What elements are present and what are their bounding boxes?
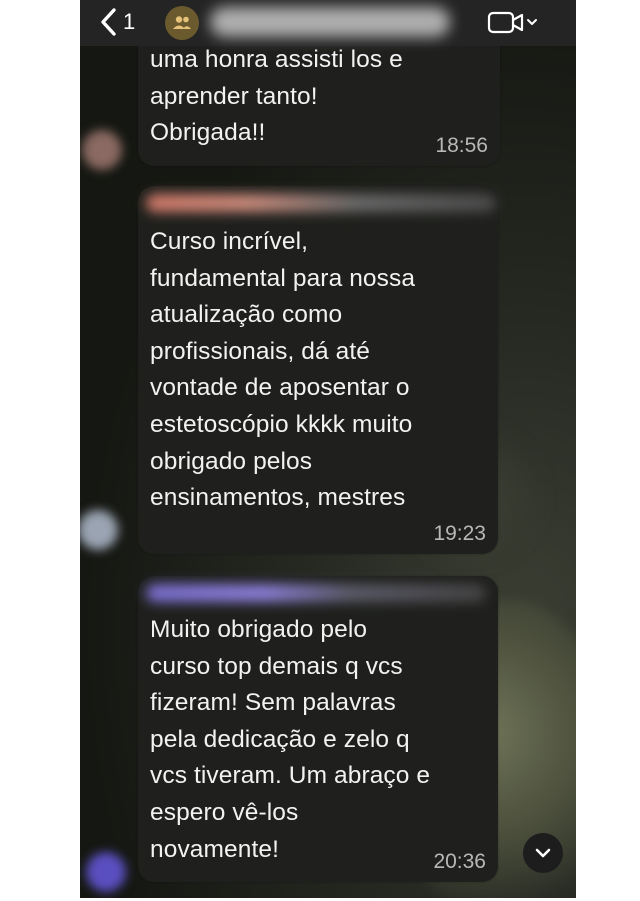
message-text: Muito obrigado pelo curso top demais q v… bbox=[150, 616, 431, 863]
chat-title[interactable] bbox=[210, 7, 450, 37]
chat-window: uma honra assisti los e aprender tanto! … bbox=[80, 0, 576, 898]
video-call-icon bbox=[487, 11, 537, 34]
chevron-down-icon bbox=[535, 848, 551, 858]
message-time: 20:36 bbox=[433, 850, 486, 873]
sender-avatar[interactable] bbox=[82, 130, 122, 170]
message-time: 19:23 bbox=[433, 522, 486, 545]
message-bubble[interactable]: Muito obrigado pelo curso top demais q v… bbox=[138, 576, 498, 882]
scroll-to-bottom-button[interactable] bbox=[523, 833, 563, 873]
sender-avatar[interactable] bbox=[80, 510, 118, 550]
message-bubble[interactable]: uma honra assisti los e aprender tanto! … bbox=[138, 26, 500, 166]
unread-count[interactable]: 1 bbox=[123, 9, 135, 35]
message-bubble[interactable]: Curso incrível, fundamental para nossa a… bbox=[138, 186, 498, 554]
sender-avatar[interactable] bbox=[86, 852, 126, 892]
chat-header: 1 bbox=[80, 0, 576, 46]
message-text: Curso incrível, fundamental para nossa a… bbox=[150, 228, 416, 512]
sender-name[interactable] bbox=[146, 194, 496, 212]
message-time: 18:56 bbox=[435, 134, 488, 157]
back-button[interactable] bbox=[92, 5, 126, 39]
group-avatar[interactable] bbox=[165, 6, 199, 40]
group-icon bbox=[173, 16, 191, 29]
chevron-left-icon bbox=[101, 8, 116, 36]
video-call-button[interactable] bbox=[486, 9, 546, 37]
sender-name[interactable] bbox=[146, 584, 486, 602]
